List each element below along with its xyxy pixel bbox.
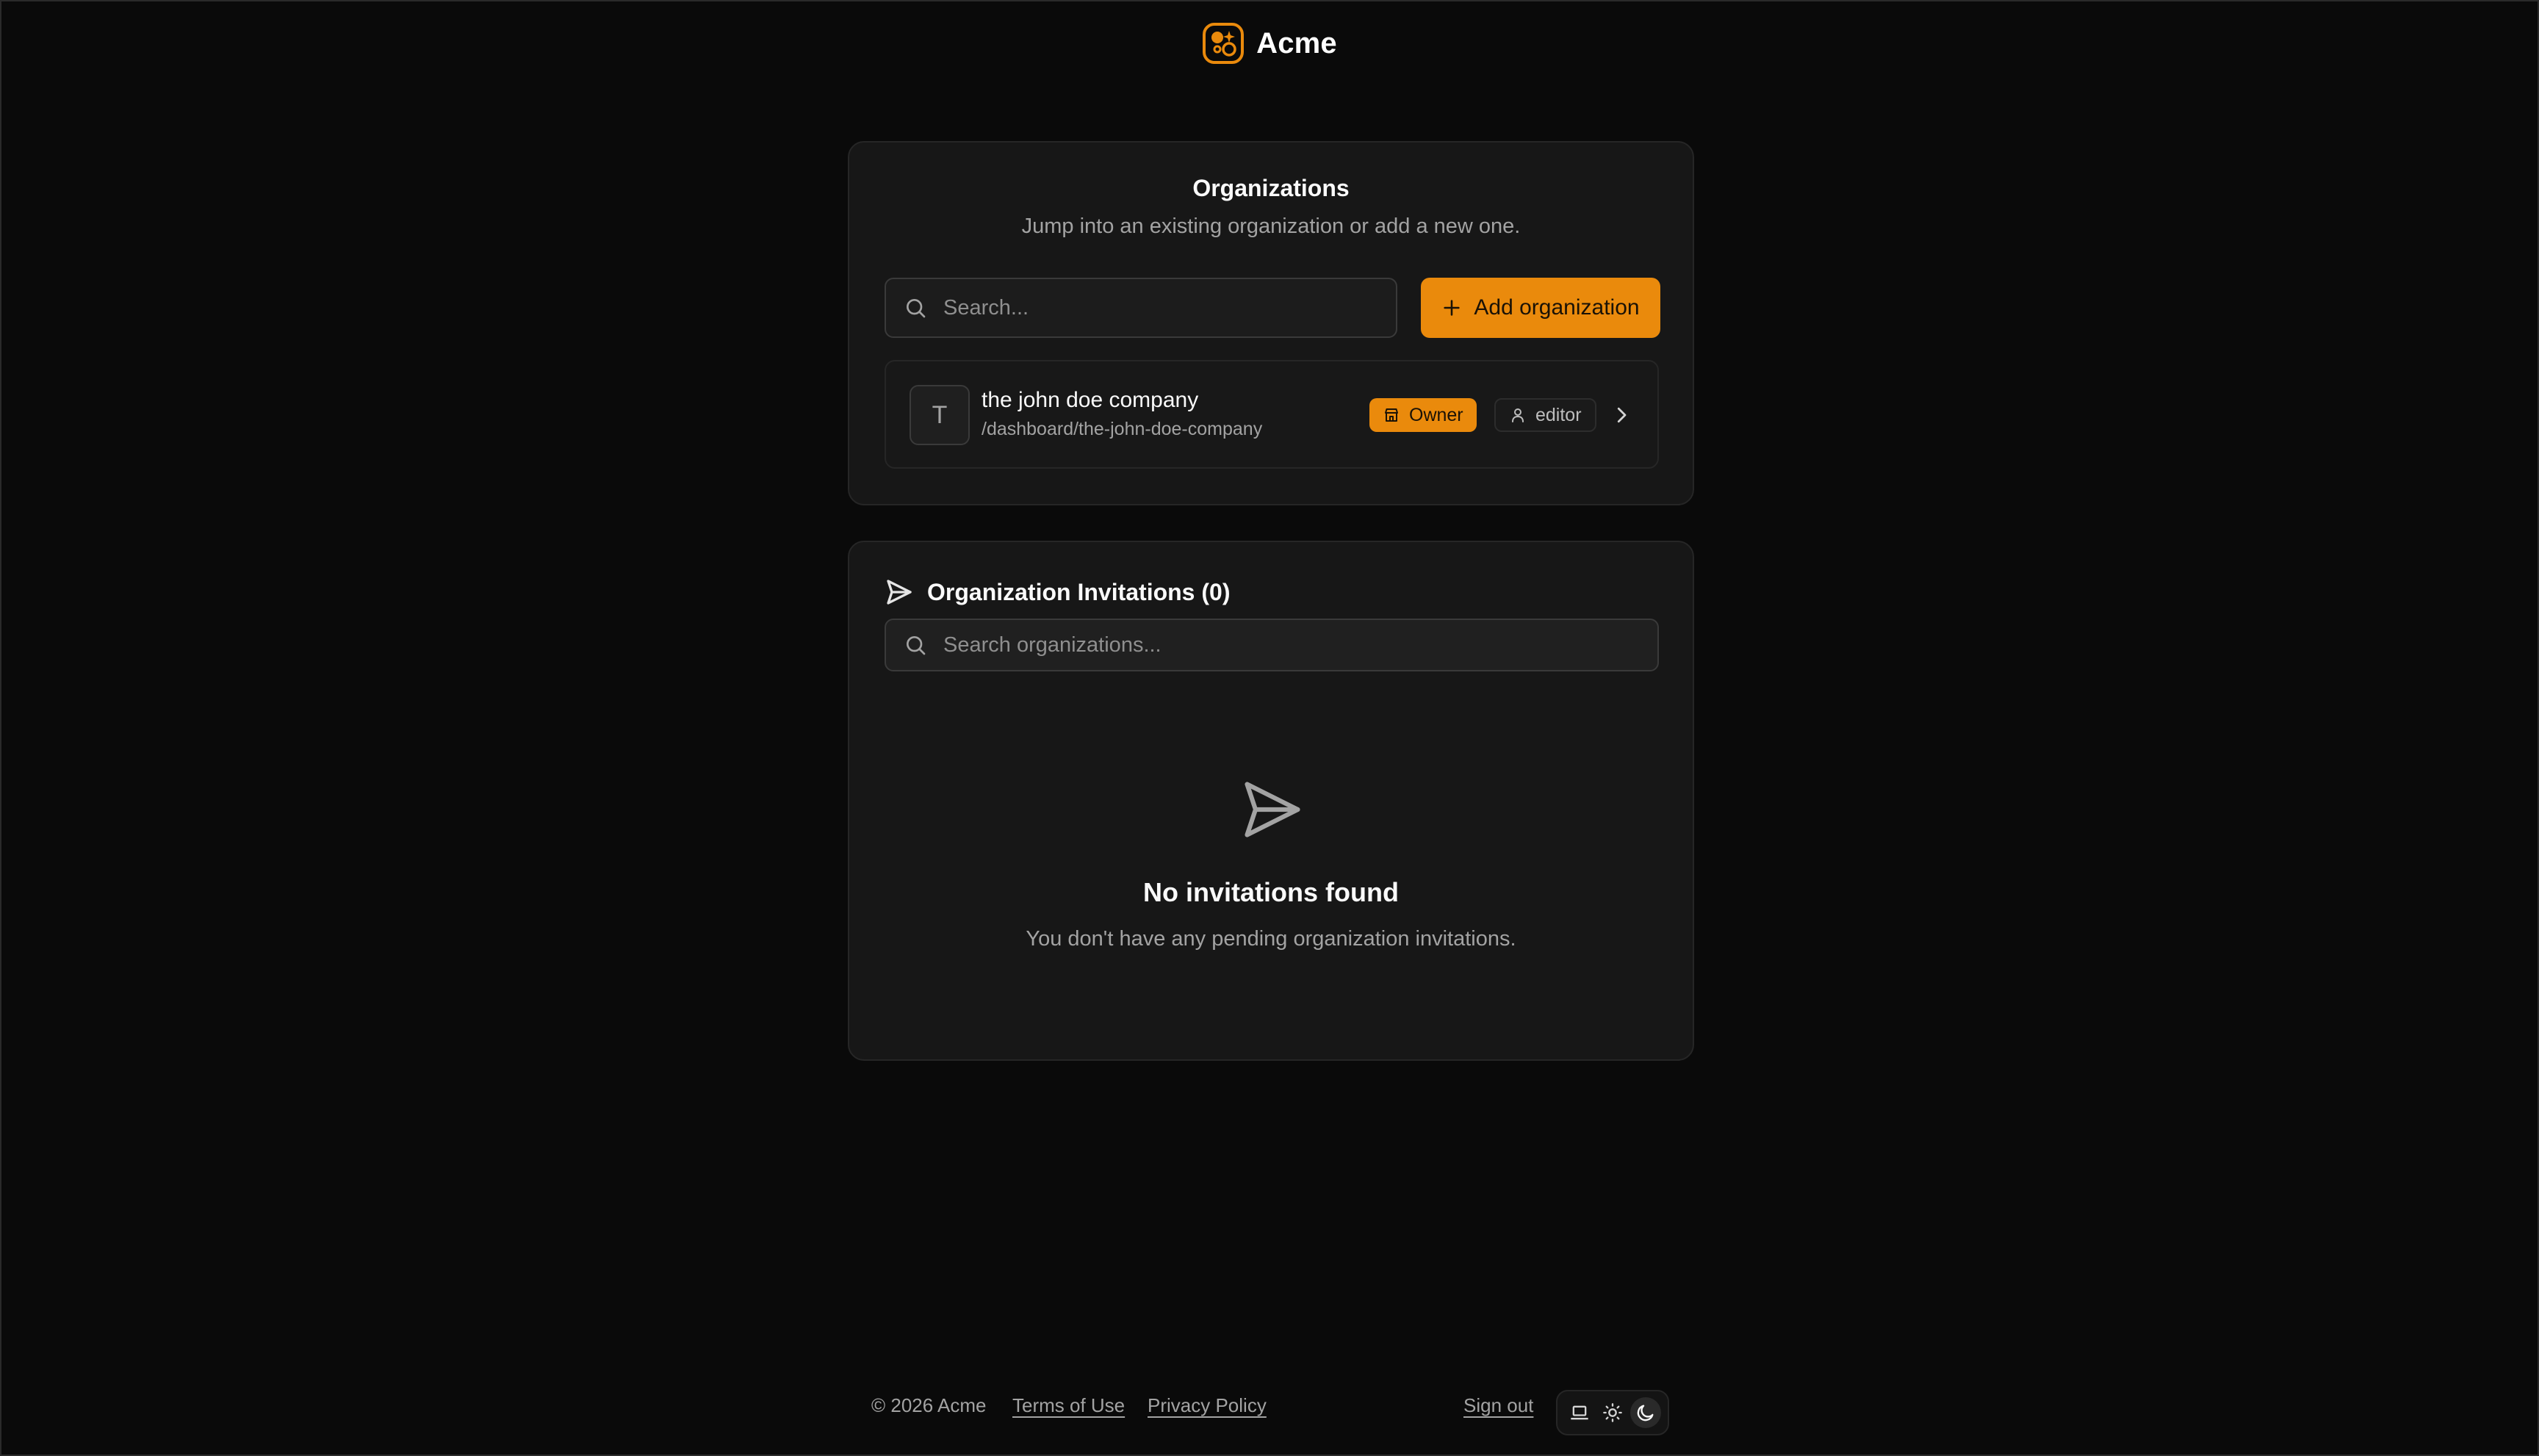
- role-badge-label: editor: [1535, 404, 1582, 425]
- store-icon: [1385, 408, 1398, 422]
- app-window: Acme Organizations Jump into an existing…: [0, 0, 2539, 1456]
- moon-icon: [1637, 1405, 1654, 1421]
- laptop-icon: [1571, 1405, 1588, 1420]
- search-icon: [907, 636, 926, 655]
- organization-avatar: T: [910, 385, 970, 445]
- acme-logo-icon: [1203, 23, 1245, 64]
- organizations-card: Organizations Jump into an existing orga…: [848, 141, 1694, 505]
- privacy-policy-link[interactable]: Privacy Policy: [1148, 1394, 1267, 1417]
- user-icon: [1512, 408, 1524, 422]
- owner-badge: Owner: [1369, 398, 1477, 432]
- organization-search-input[interactable]: [943, 295, 1352, 320]
- brand-name: Acme: [1256, 26, 1337, 60]
- add-organization-button[interactable]: Add organization: [1421, 278, 1660, 338]
- sun-icon: [1603, 1403, 1622, 1422]
- brand-header: Acme: [1, 22, 2538, 65]
- sign-out-link[interactable]: Sign out: [1463, 1394, 1533, 1417]
- organizations-subtitle: Jump into an existing organization or ad…: [1021, 215, 1521, 238]
- terms-of-use-link[interactable]: Terms of Use: [1012, 1394, 1125, 1417]
- copyright-text: © 2026 Acme: [871, 1394, 987, 1416]
- dark-theme-button[interactable]: [1629, 1397, 1661, 1428]
- owner-badge-label: Owner: [1409, 404, 1463, 425]
- system-theme-button[interactable]: [1564, 1397, 1595, 1428]
- invitations-title: Organization Invitations (0): [927, 578, 1231, 605]
- invitations-header: Organization Invitations (0): [885, 577, 1230, 607]
- plus-icon: [1444, 300, 1461, 316]
- search-icon: [907, 299, 926, 318]
- send-icon: [1245, 782, 1300, 837]
- invitation-search-input[interactable]: [943, 633, 1560, 657]
- role-badge: editor: [1494, 398, 1596, 432]
- organization-search-field[interactable]: [885, 278, 1397, 338]
- theme-switcher: [1556, 1390, 1669, 1435]
- empty-state-description: You don't have any pending organization …: [1026, 927, 1516, 951]
- invitation-search-field[interactable]: [885, 619, 1659, 671]
- organization-path: /dashboard/the-john-doe-company: [982, 419, 1263, 439]
- organization-list-item[interactable]: T the john doe company /dashboard/the-jo…: [885, 360, 1659, 469]
- organizations-title: Organizations: [1192, 175, 1350, 201]
- organization-name: the john doe company: [982, 388, 1199, 412]
- invitations-card: Organization Invitations (0) No invitati…: [848, 541, 1694, 1061]
- light-theme-button[interactable]: [1597, 1397, 1628, 1428]
- chevron-right-icon: [1617, 407, 1627, 423]
- empty-state-title: No invitations found: [1143, 877, 1399, 907]
- add-organization-label: Add organization: [1474, 295, 1640, 320]
- send-icon: [887, 580, 912, 605]
